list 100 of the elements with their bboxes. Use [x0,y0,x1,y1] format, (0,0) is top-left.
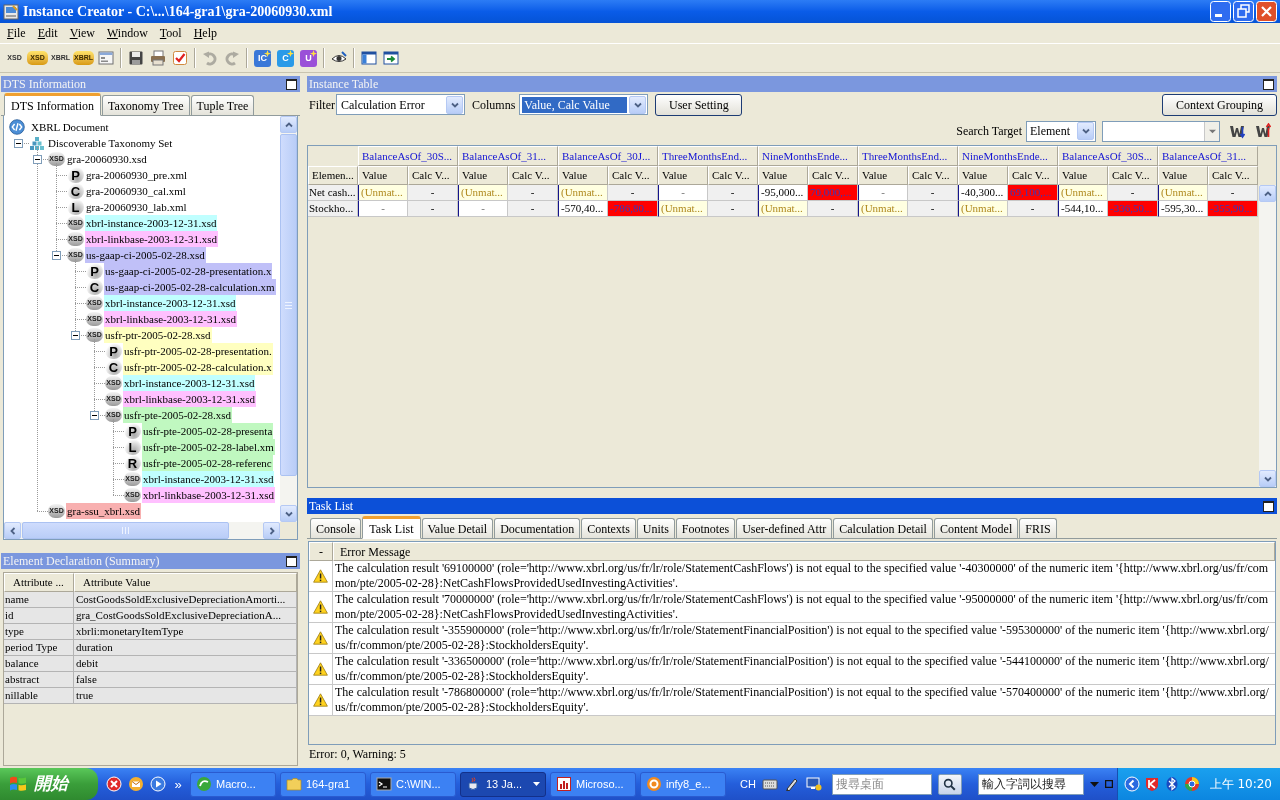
tree-item-label[interactable]: us-gaap-ci-2005-02-28-calculation.xm [104,279,276,295]
column-header[interactable]: Attribute Value [74,573,297,592]
tree-item-label[interactable]: xbrl-linkbase-2003-12-31.xsd [104,311,238,327]
tree-item-label[interactable]: xbrl-instance-2003-12-31.xsd [142,471,275,487]
column-group-header[interactable]: NineMonthsEnde... [758,146,858,166]
column-group-header[interactable]: BalanceAsOf_31... [1158,146,1258,166]
find-previous-icon[interactable] [1255,123,1271,139]
tab[interactable]: DTS Information [4,93,101,116]
tab[interactable]: Documentation [494,518,581,538]
tab[interactable]: Footnotes [675,518,736,538]
desktop-search-field[interactable]: 搜尋桌面 [831,773,932,795]
tree-item-label[interactable]: xbrl-instance-2003-12-31.xsd [123,375,256,391]
tree-item-label[interactable]: usfr-pte-2005-02-28-label.xm [142,439,275,455]
column-header[interactable]: Value [858,166,908,185]
taskbar-button[interactable]: C:\WIN... [370,771,456,797]
taskbar-button[interactable]: Macro... [190,771,276,797]
tree-item-label[interactable]: xbrl-linkbase-2003-12-31.xsd [123,391,257,407]
taskbar-button[interactable]: Microso... [550,771,636,797]
menu-item[interactable]: File [1,24,32,42]
scrollbar-thumb[interactable] [280,134,297,476]
column-group-header[interactable]: NineMonthsEnde... [958,146,1058,166]
search-target-dropdown[interactable]: Element [1026,120,1096,142]
tab[interactable]: User-defined Attr [736,518,833,538]
toolbar-button[interactable]: U [300,49,317,67]
horizontal-scrollbar[interactable] [4,522,280,539]
column-header[interactable]: Calc V... [1208,166,1258,185]
tab[interactable]: Tuple Tree [190,95,255,115]
context-grouping-button[interactable]: Context Grouping [1162,93,1277,116]
maximize-icon[interactable] [286,78,297,90]
collapse-icon[interactable] [52,250,61,260]
tab[interactable]: Contexts [581,518,636,538]
column-group-header[interactable]: BalanceAsOf_30S... [358,146,458,166]
search-button[interactable] [937,773,962,795]
maximize-icon[interactable] [1263,500,1274,512]
scroll-right-button[interactable] [263,522,280,539]
collapse-icon[interactable] [90,410,99,420]
column-header[interactable]: Value [458,166,508,185]
play-icon[interactable] [150,776,166,792]
tree-item-label[interactable]: XBRL Document [30,119,110,135]
column-header[interactable]: Value [658,166,708,185]
tree-item-label[interactable]: usfr-pte-2005-02-28-presenta [142,423,274,439]
toolbar-button[interactable]: IC [254,49,271,67]
tab[interactable]: FRIS [1019,518,1057,538]
collapse-icon[interactable] [71,330,80,340]
column-group-header[interactable]: BalanceAsOf_30S... [1058,146,1158,166]
collapse-icon[interactable] [33,154,42,164]
tab[interactable]: Taxonomy Tree [102,95,190,115]
tab[interactable]: Units [636,518,675,538]
close-icon[interactable] [1256,1,1277,22]
web-search-field[interactable]: 輸入字詞以搜尋 [977,773,1084,795]
menu-item[interactable]: Help [187,24,224,42]
checklist-icon[interactable] [172,50,188,66]
column-header[interactable]: Calc V... [608,166,658,185]
printer-icon[interactable] [150,50,166,66]
column-group-header[interactable]: BalanceAsOf_30J... [558,146,658,166]
maximize-icon[interactable] [286,555,297,567]
more-button[interactable]: » [172,777,184,791]
menu-item[interactable]: Edit [31,24,64,42]
scroll-up-button[interactable] [280,116,297,133]
column-header[interactable]: Value [1058,166,1108,185]
menu-item[interactable]: Window [101,24,154,42]
browser-icon[interactable] [1183,776,1200,792]
column-header[interactable]: Calc V... [1008,166,1058,185]
window-pane-icon[interactable] [361,50,377,66]
menu-item[interactable]: Tool [153,24,188,42]
user-setting-button[interactable]: User Setting [655,93,743,116]
language-indicator[interactable]: CH [740,775,756,793]
column-header[interactable]: Attribute ... [4,573,74,592]
taskbar-button[interactable]: infy8_e... [640,771,726,797]
pen-icon[interactable] [783,776,800,792]
keyboard-icon[interactable] [761,776,778,792]
column-header[interactable]: Value [558,166,608,185]
filter-dropdown[interactable]: Calculation Error [336,94,465,115]
scroll-down-button[interactable] [280,505,297,522]
find-next-icon[interactable] [1229,123,1245,139]
tree-item-label[interactable]: xbrl-linkbase-2003-12-31.xsd [85,231,219,247]
envelope-icon[interactable] [128,776,144,792]
menu-item[interactable]: View [63,24,101,42]
column-group-header[interactable]: ThreeMonthsEnd... [658,146,758,166]
tree-item-label[interactable]: gra-20060930_pre.xml [85,167,189,183]
column-header[interactable]: Value [958,166,1008,185]
tab[interactable]: Task List [362,516,421,539]
columns-dropdown[interactable]: Value, Calc Value [519,94,649,115]
search-field[interactable] [1102,120,1220,142]
tree-item-label[interactable]: usfr-ptr-2005-02-28-calculation.x [123,359,273,375]
tree-item-label[interactable]: us-gaap-ci-2005-02-28.xsd [85,247,206,263]
scroll-left-button[interactable] [4,522,21,539]
column-group-header[interactable]: BalanceAsOf_31... [458,146,558,166]
tree-item-label[interactable]: gra-20060930_cal.xml [85,183,187,199]
column-group-header[interactable]: ThreeMonthsEnd... [858,146,958,166]
column-header[interactable]: Value [358,166,408,185]
tab[interactable]: Value Detail [421,518,494,538]
restore-icon[interactable] [1233,1,1254,22]
scroll-down-button[interactable] [1259,470,1276,487]
collapse-icon[interactable] [14,138,23,148]
column-header[interactable]: Error Message [333,542,1275,561]
form-icon[interactable] [98,50,114,66]
scroll-up-button[interactable] [1259,185,1276,202]
tree-item-label[interactable]: gra-20060930_lab.xml [85,199,188,215]
tree-item-label[interactable]: xbrl-instance-2003-12-31.xsd [85,215,218,231]
